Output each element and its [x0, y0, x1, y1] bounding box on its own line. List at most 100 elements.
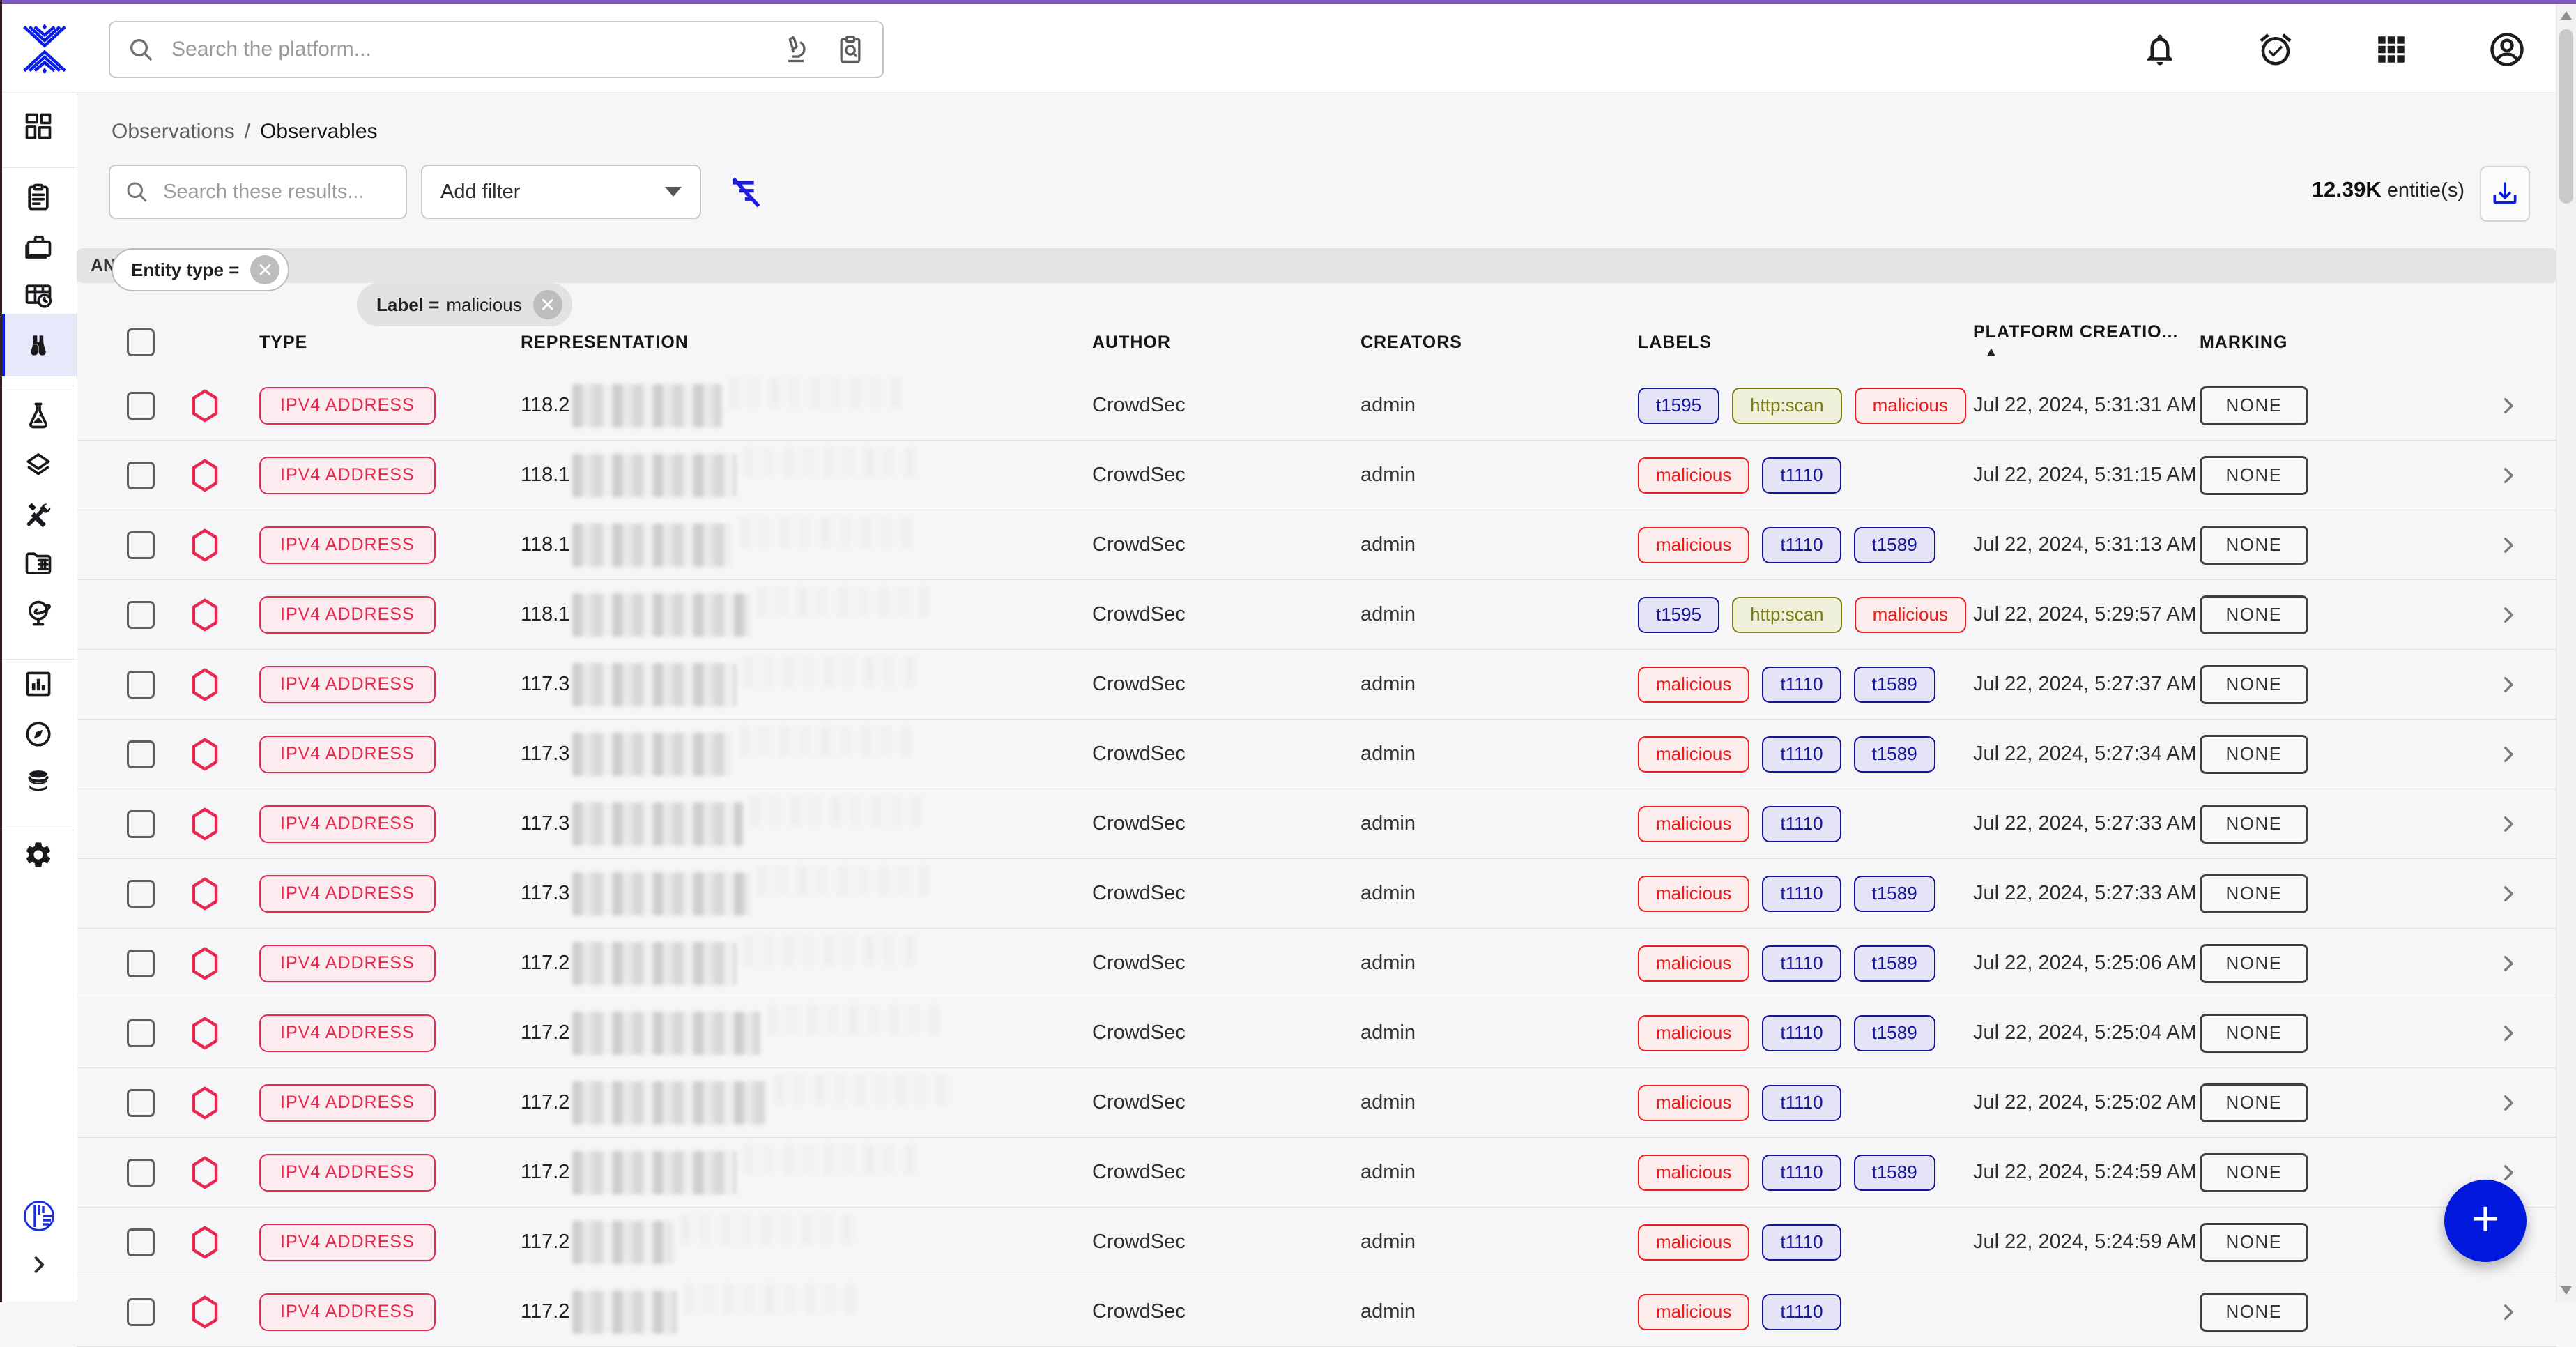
label-chip[interactable]: malicious	[1638, 1155, 1749, 1191]
row-checkbox[interactable]	[127, 392, 155, 420]
filter-operator[interactable]: AND	[77, 248, 2556, 283]
label-chip[interactable]: t1589	[1854, 876, 1935, 912]
label-chip[interactable]: malicious	[1638, 736, 1749, 773]
sidebar-item-cases[interactable]	[0, 224, 77, 269]
sidebar-item-techniques[interactable]	[0, 492, 77, 537]
label-chip[interactable]: t1110	[1762, 527, 1841, 563]
label-chip[interactable]: t1110	[1762, 876, 1841, 912]
opencti-logo[interactable]	[18, 21, 71, 77]
label-chip[interactable]: t1110	[1762, 667, 1841, 703]
sidebar-item-settings[interactable]	[0, 832, 77, 877]
account-icon[interactable]	[2487, 29, 2527, 70]
breadcrumb-section[interactable]: Observations	[112, 120, 235, 143]
label-chip[interactable]: t1110	[1762, 806, 1841, 842]
chevron-right-icon[interactable]	[2497, 1161, 2520, 1185]
label-chip[interactable]: t1589	[1854, 527, 1935, 563]
sidebar-item-events[interactable]	[0, 273, 77, 318]
table-row[interactable]: IPV4 ADDRESS 118.1 CrowdSec admin t1595h…	[77, 580, 2556, 650]
label-chip[interactable]: t1589	[1854, 945, 1935, 982]
select-all-checkbox[interactable]	[127, 328, 155, 356]
chevron-right-icon[interactable]	[2497, 394, 2520, 418]
row-checkbox[interactable]	[127, 671, 155, 699]
table-row[interactable]: IPV4 ADDRESS 118.1 CrowdSec admin malici…	[77, 510, 2556, 580]
sidebar-item-data[interactable]	[0, 760, 77, 805]
sidebar-item-filigran[interactable]	[22, 1199, 56, 1233]
page-scrollbar[interactable]	[2556, 4, 2576, 1302]
row-checkbox[interactable]	[127, 810, 155, 838]
table-row[interactable]: IPV4 ADDRESS 117.2 CrowdSec admin malici…	[77, 1138, 2556, 1208]
row-checkbox[interactable]	[127, 1089, 155, 1117]
filter-off-icon[interactable]	[726, 173, 765, 212]
apps-grid-icon[interactable]	[2371, 29, 2412, 70]
chevron-right-icon[interactable]	[2497, 952, 2520, 975]
microscope-icon[interactable]	[781, 34, 811, 65]
scroll-down-arrow-icon[interactable]	[2561, 1286, 2572, 1295]
header-marking[interactable]: MARKING	[2200, 333, 2474, 353]
add-filter-select[interactable]: Add filter	[421, 165, 701, 219]
label-chip[interactable]: t1589	[1854, 1155, 1935, 1191]
header-author[interactable]: AUTHOR	[1092, 333, 1360, 353]
sidebar-item-threats[interactable]	[0, 393, 77, 438]
row-checkbox[interactable]	[127, 1019, 155, 1047]
header-platform-creation[interactable]: PLATFORM CREATIO...▲	[1973, 322, 2200, 363]
row-checkbox[interactable]	[127, 531, 155, 559]
header-labels[interactable]: LABELS	[1638, 333, 1973, 353]
label-chip[interactable]: malicious	[1638, 667, 1749, 703]
header-creators[interactable]: CREATORS	[1360, 333, 1638, 353]
table-row[interactable]: IPV4 ADDRESS 117.2 CrowdSec admin malici…	[77, 998, 2556, 1068]
label-chip[interactable]: t1110	[1762, 1155, 1841, 1191]
label-chip[interactable]: t1595	[1638, 388, 1719, 424]
table-row[interactable]: IPV4 ADDRESS 117.2 CrowdSec admin malici…	[77, 1068, 2556, 1138]
alarm-check-icon[interactable]	[2255, 29, 2296, 70]
sidebar-item-analyses[interactable]	[0, 175, 77, 220]
scrollbar-thumb[interactable]	[2559, 29, 2573, 204]
label-chip[interactable]: malicious	[1638, 1224, 1749, 1261]
label-chip[interactable]: t1110	[1762, 1294, 1841, 1330]
sidebar-item-observations[interactable]	[0, 314, 77, 376]
header-representation[interactable]: REPRESENTATION	[521, 333, 1092, 353]
chevron-right-icon[interactable]	[2497, 464, 2520, 487]
chevron-right-icon[interactable]	[2497, 673, 2520, 697]
label-chip[interactable]: t1589	[1854, 736, 1935, 773]
sidebar-item-dashboards[interactable]	[0, 662, 77, 706]
chevron-right-icon[interactable]	[2497, 882, 2520, 906]
label-chip[interactable]: malicious	[1638, 1085, 1749, 1121]
label-chip[interactable]: t1589	[1854, 667, 1935, 703]
label-chip[interactable]: http:scan	[1732, 388, 1842, 424]
chevron-right-icon[interactable]	[2497, 743, 2520, 766]
table-row[interactable]: IPV4 ADDRESS 118.1 CrowdSec admin malici…	[77, 441, 2556, 510]
label-chip[interactable]: malicious	[1855, 388, 1966, 424]
table-row[interactable]: IPV4 ADDRESS 118.2 CrowdSec admin t1595h…	[77, 371, 2556, 441]
sidebar-item-entities[interactable]	[0, 541, 77, 586]
row-checkbox[interactable]	[127, 1228, 155, 1256]
results-search-input[interactable]	[162, 180, 427, 204]
label-chip[interactable]: t1110	[1762, 736, 1841, 773]
scroll-up-arrow-icon[interactable]	[2561, 11, 2572, 20]
close-circle-icon[interactable]: ✕	[250, 255, 279, 284]
filter-chip-entity-type[interactable]: Entity type = ✕	[112, 248, 289, 291]
label-chip[interactable]: t1110	[1762, 1224, 1841, 1261]
label-chip[interactable]: t1110	[1762, 457, 1841, 494]
chevron-right-icon[interactable]	[2497, 533, 2520, 557]
label-chip[interactable]: http:scan	[1732, 597, 1842, 633]
label-chip[interactable]: t1110	[1762, 945, 1841, 982]
chevron-right-icon[interactable]	[2497, 1300, 2520, 1324]
label-chip[interactable]: malicious	[1638, 1015, 1749, 1051]
label-chip[interactable]: malicious	[1638, 1294, 1749, 1330]
row-checkbox[interactable]	[127, 1298, 155, 1326]
row-checkbox[interactable]	[127, 740, 155, 768]
chevron-right-icon[interactable]	[2497, 812, 2520, 836]
row-checkbox[interactable]	[127, 880, 155, 908]
table-row[interactable]: IPV4 ADDRESS 117.3 CrowdSec admin malici…	[77, 859, 2556, 929]
label-chip[interactable]: t1110	[1762, 1085, 1841, 1121]
label-chip[interactable]: t1589	[1854, 1015, 1935, 1051]
table-row[interactable]: IPV4 ADDRESS 117.3 CrowdSec admin malici…	[77, 720, 2556, 789]
chevron-right-icon[interactable]	[2497, 1091, 2520, 1115]
sidebar-item-investigations[interactable]	[0, 712, 77, 756]
bell-icon[interactable]	[2140, 29, 2180, 70]
label-chip[interactable]: t1110	[1762, 1015, 1841, 1051]
table-row[interactable]: IPV4 ADDRESS 117.2 CrowdSec admin malici…	[77, 1208, 2556, 1277]
sidebar-item-dashboard[interactable]	[0, 104, 77, 149]
row-checkbox[interactable]	[127, 950, 155, 977]
row-checkbox[interactable]	[127, 1159, 155, 1187]
